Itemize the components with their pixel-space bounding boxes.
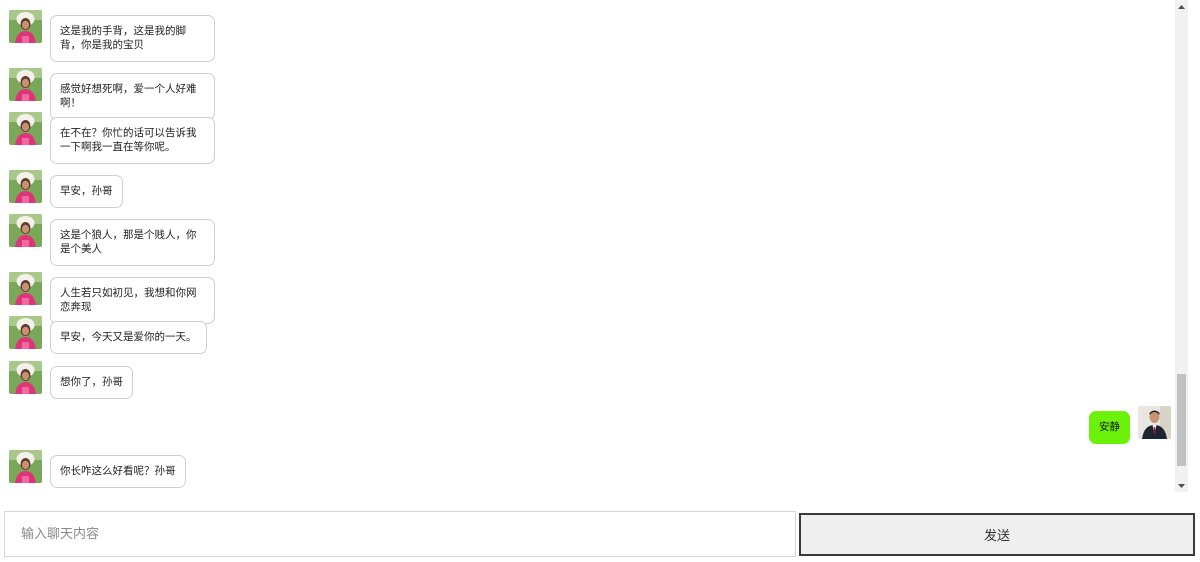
man-avatar bbox=[1138, 406, 1171, 439]
message-bubble: 在不在？你忙的话可以告诉我一下啊我一直在等你呢。 bbox=[50, 117, 215, 164]
message-bubble: 想你了，孙哥 bbox=[50, 366, 133, 399]
input-bar: 发送 bbox=[0, 511, 1200, 557]
girl-avatar bbox=[9, 214, 42, 247]
message-bubble: 早安，今天又是爱你的一天。 bbox=[50, 321, 207, 354]
message-row: 在不在？你忙的话可以告诉我一下啊我一直在等你呢。 bbox=[0, 112, 1188, 164]
scroll-up-arrow-icon[interactable] bbox=[1175, 0, 1188, 13]
message-row-mine: 安静 bbox=[0, 406, 1188, 444]
girl-avatar bbox=[9, 68, 42, 101]
chat-scrollbar[interactable] bbox=[1175, 0, 1188, 492]
message-bubble: 这是个狼人，那是个贱人，你是个美人 bbox=[50, 219, 215, 266]
message-row: 你长咋这么好看呢？孙哥 bbox=[0, 450, 1188, 488]
send-button[interactable]: 发送 bbox=[799, 513, 1195, 556]
message-row: 早安，孙哥 bbox=[0, 170, 1188, 208]
girl-avatar bbox=[9, 10, 42, 43]
message-bubble: 这是我的手背，这是我的脚背，你是我的宝贝 bbox=[50, 15, 215, 62]
scroll-down-arrow-icon[interactable] bbox=[1175, 479, 1188, 492]
girl-avatar bbox=[9, 450, 42, 483]
scroll-thumb[interactable] bbox=[1177, 374, 1186, 466]
message-row: 这是个狼人，那是个贱人，你是个美人 bbox=[0, 214, 1188, 266]
message-bubble: 早安，孙哥 bbox=[50, 175, 123, 208]
message-input[interactable] bbox=[4, 511, 796, 557]
message-area[interactable]: 这是我的手背，这是我的脚背，你是我的宝贝 感觉好想死啊，爱一个人好难啊！ 在不在… bbox=[0, 0, 1188, 492]
message-row: 这是我的手背，这是我的脚背，你是我的宝贝 bbox=[0, 10, 1188, 62]
message-row: 早安，今天又是爱你的一天。 bbox=[0, 316, 1188, 354]
message-bubble: 你长咋这么好看呢？孙哥 bbox=[50, 455, 186, 488]
girl-avatar bbox=[9, 112, 42, 145]
chat-app: 这是我的手背，这是我的脚背，你是我的宝贝 感觉好想死啊，爱一个人好难啊！ 在不在… bbox=[0, 0, 1200, 562]
my-message-bubble: 安静 bbox=[1089, 411, 1130, 444]
girl-avatar bbox=[9, 272, 42, 305]
message-list: 这是我的手背，这是我的脚背，你是我的宝贝 感觉好想死啊，爱一个人好难啊！ 在不在… bbox=[0, 0, 1188, 492]
girl-avatar bbox=[9, 361, 42, 394]
girl-avatar bbox=[9, 170, 42, 203]
girl-avatar bbox=[9, 316, 42, 349]
message-row: 想你了，孙哥 bbox=[0, 361, 1188, 399]
